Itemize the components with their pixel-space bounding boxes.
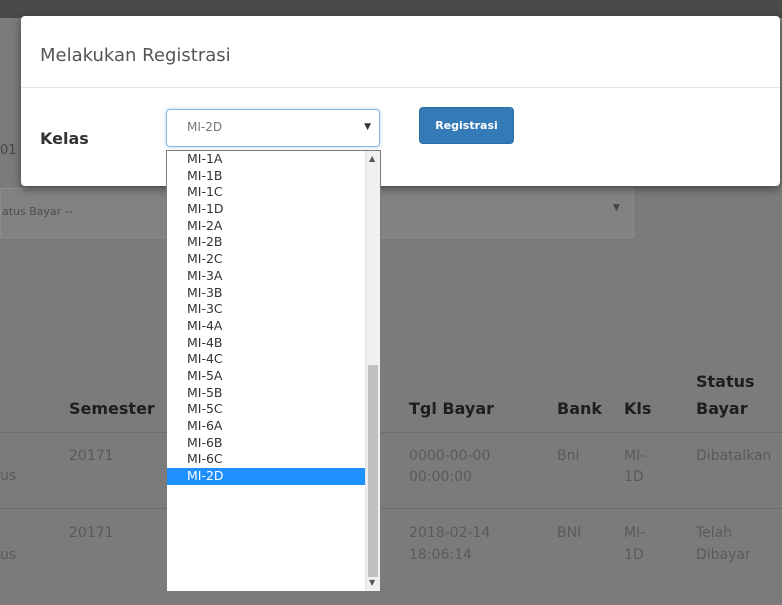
kelas-select-value: MI-2D xyxy=(187,120,223,134)
background-clipped-text: 01 xyxy=(0,143,17,158)
registrasi-button[interactable]: Registrasi xyxy=(419,107,514,144)
th-tgl-bayar: Tgl Bayar xyxy=(409,399,495,418)
scrollbar-thumb[interactable] xyxy=(368,365,378,577)
modal-title: Melakukan Registrasi xyxy=(40,45,231,66)
dropdown-option[interactable]: MI-3A xyxy=(167,268,366,285)
registration-modal: Melakukan Registrasi Kelas xyxy=(21,16,780,186)
dropdown-option[interactable]: MI-2C xyxy=(167,251,366,268)
dropdown-option[interactable]: MI-1A xyxy=(167,151,366,168)
row2-left-fragment: us xyxy=(0,547,17,563)
dropdown-option[interactable]: MI-4C xyxy=(167,351,366,368)
row2-kls-line2: 1D xyxy=(624,547,644,563)
dropdown-option[interactable]: MI-3C xyxy=(167,301,366,318)
row2-status-line2: Dibayar xyxy=(696,547,751,563)
dropdown-option[interactable]: MI-4A xyxy=(167,318,366,335)
th-status: Status xyxy=(696,372,755,391)
scroll-up-icon[interactable]: ▲ xyxy=(369,154,375,163)
dropdown-options: MI-1A MI-1B MI-1C MI-1D MI-2A MI-2B MI-2C MI-3A… xyxy=(167,151,366,485)
dropdown-option[interactable]: MI-5A xyxy=(167,368,366,385)
row1-bank: Bni xyxy=(557,448,580,464)
th-kls: Kls xyxy=(624,399,652,418)
row1-tgl-line1: 0000-00-00 xyxy=(409,448,491,464)
kelas-dropdown-list[interactable]: MI-1A MI-1B MI-1C MI-1D MI-2A MI-2B MI-2C MI-3A… xyxy=(166,150,381,592)
row1-status: Dibatalkan xyxy=(696,448,772,464)
row1-kls-line2: 1D xyxy=(624,469,644,485)
row2-tgl-line1: 2018-02-14 xyxy=(409,525,491,541)
dropdown-option[interactable]: MI-3B xyxy=(167,285,366,302)
kelas-select[interactable]: MI-2D ▼ xyxy=(166,109,380,147)
th-bayar: Bayar xyxy=(696,399,748,418)
kelas-label: Kelas xyxy=(40,129,89,148)
modal-header-divider xyxy=(21,87,780,88)
th-bank: Bank xyxy=(557,399,603,418)
dropdown-option[interactable]: MI-1C xyxy=(167,184,366,201)
row1-left-fragment: us xyxy=(0,468,17,484)
dropdown-option[interactable]: MI-5C xyxy=(167,401,366,418)
th-semester: Semester xyxy=(69,399,155,418)
dropdown-option[interactable]: MI-6B xyxy=(167,435,366,452)
dropdown-option[interactable]: MI-4B xyxy=(167,335,366,352)
dropdown-option[interactable]: MI-6A xyxy=(167,418,366,435)
row1-semester: 20171 xyxy=(69,448,114,464)
dropdown-scrollbar[interactable]: ▲ ▼ xyxy=(365,151,380,591)
row2-kls-line1: MI- xyxy=(624,525,646,541)
dropdown-option[interactable]: MI-2D xyxy=(167,468,366,485)
row2-semester: 20171 xyxy=(69,525,114,541)
row2-tgl-line2: 18:06:14 xyxy=(409,547,472,563)
table-header-divider xyxy=(0,432,782,433)
status-bayar-filter-placeholder: atus Bayar -- xyxy=(2,205,73,218)
dropdown-option[interactable]: MI-1D xyxy=(167,201,366,218)
row2-bank: BNI xyxy=(557,525,582,541)
dropdown-option[interactable]: MI-2A xyxy=(167,218,366,235)
dropdown-option[interactable]: MI-6C xyxy=(167,451,366,468)
dropdown-option[interactable]: MI-1B xyxy=(167,168,366,185)
dropdown-option[interactable]: MI-5B xyxy=(167,385,366,402)
table-row-divider xyxy=(0,508,782,509)
caret-down-icon: ▼ xyxy=(613,203,620,213)
dropdown-option[interactable]: MI-2B xyxy=(167,234,366,251)
row1-tgl-line2: 00:00:00 xyxy=(409,469,472,485)
scroll-down-icon[interactable]: ▼ xyxy=(369,578,375,587)
row1-kls-line1: MI- xyxy=(624,448,646,464)
row2-status-line1: Telah xyxy=(696,525,733,541)
caret-down-icon: ▼ xyxy=(364,122,371,132)
